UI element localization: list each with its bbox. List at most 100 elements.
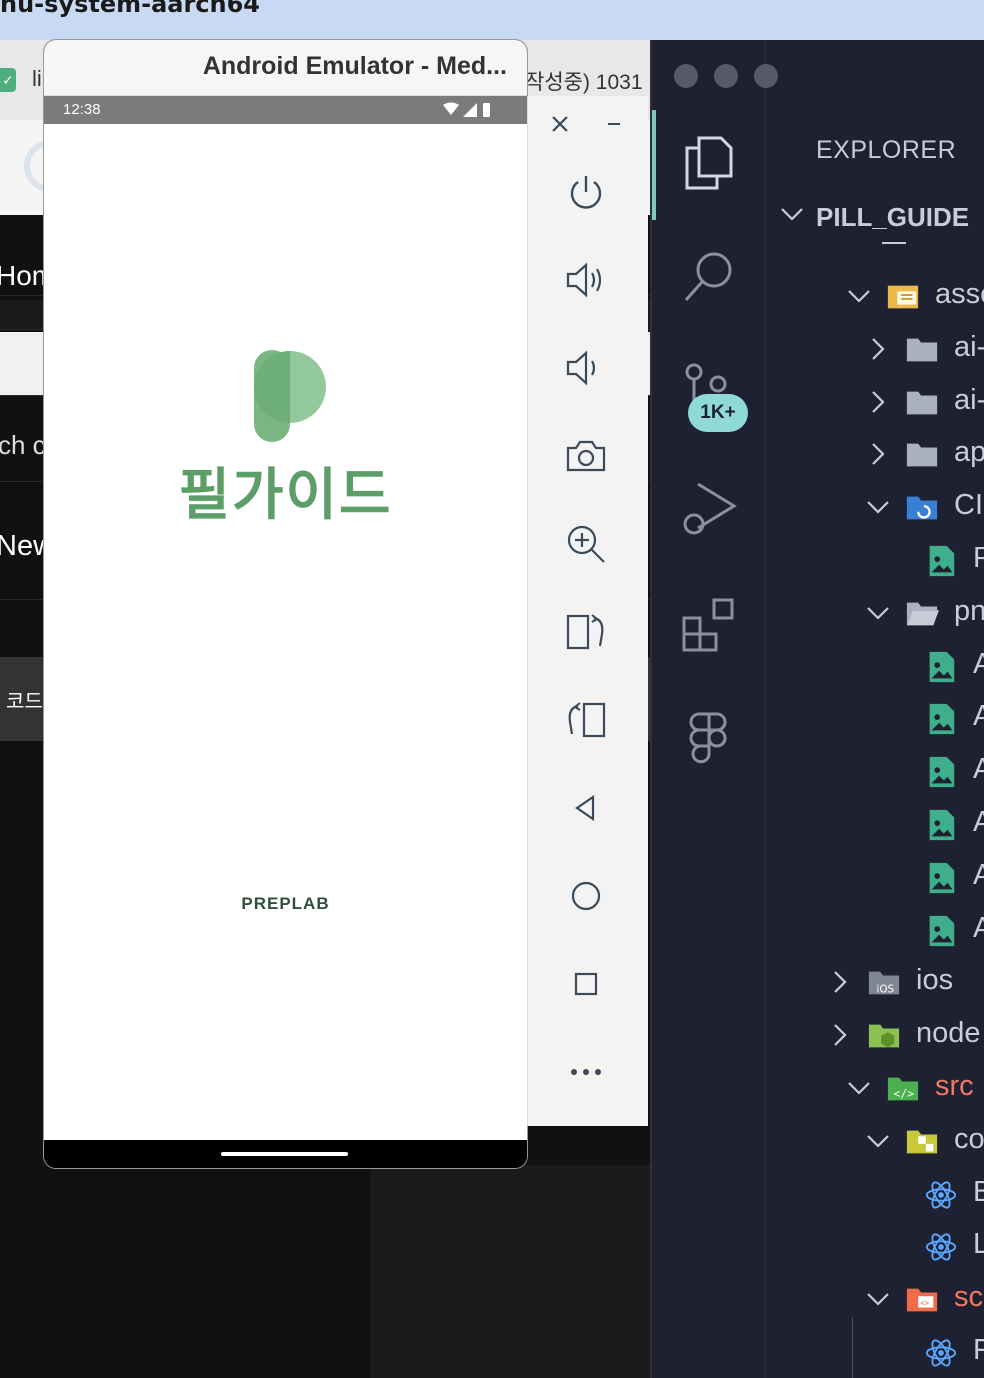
tree-item-label: As xyxy=(973,859,984,892)
back-button[interactable] xyxy=(564,786,608,830)
tree-item[interactable]: node xyxy=(766,1011,984,1063)
tree-item[interactable]: ai-( xyxy=(766,325,984,377)
extensions-button[interactable] xyxy=(680,596,738,654)
emulator-title-bar[interactable]: Android Emulator - Med... xyxy=(44,40,527,96)
tree-item-label: As xyxy=(973,753,984,786)
chevron-right-icon xyxy=(872,443,885,466)
more-button[interactable] xyxy=(564,1050,608,1094)
app-splash-screen[interactable]: 필가이드 PREPLAB xyxy=(44,124,527,1140)
activity-bar: 1K+ xyxy=(652,40,778,1378)
minimize-window-button[interactable] xyxy=(714,64,738,88)
tree-item-label: ai-( xyxy=(954,330,984,363)
tree-item[interactable]: As xyxy=(766,642,984,694)
search-button[interactable] xyxy=(680,248,738,306)
tree-item-label: asse xyxy=(935,278,984,310)
tree-item[interactable]: As xyxy=(766,853,984,905)
overview-button[interactable] xyxy=(564,962,608,1006)
tree-item[interactable]: con xyxy=(766,1117,984,1169)
emulator-window: Android Emulator - Med... 12:38 필가이드 PRE… xyxy=(44,40,527,1168)
react-file-icon xyxy=(925,1233,957,1261)
folder-icon xyxy=(906,338,938,362)
android-status-bar: 12:38 xyxy=(44,96,527,124)
tree-item[interactable]: </> src xyxy=(766,1064,984,1116)
chevron-down-icon xyxy=(867,501,889,514)
tree-item[interactable]: iOS ios xyxy=(766,958,984,1010)
browser-tab[interactable]: li xyxy=(32,66,42,92)
zoom-button[interactable] xyxy=(564,522,608,566)
chevron-right-icon xyxy=(834,971,847,994)
rotate-right-button[interactable] xyxy=(564,698,608,742)
volume-down-button[interactable] xyxy=(564,346,608,390)
explorer-button[interactable] xyxy=(680,134,738,192)
footer-brand: PREPLAB xyxy=(241,894,330,913)
svg-text:iOS: iOS xyxy=(876,984,894,996)
svg-text:<>: <> xyxy=(920,1299,930,1308)
folder-ios-icon: iOS xyxy=(868,972,900,996)
search-icon xyxy=(684,252,732,301)
tree-item[interactable]: CI xyxy=(766,483,984,535)
tree-item[interactable]: <> scr xyxy=(766,1275,984,1327)
rotate-right-icon xyxy=(568,702,606,738)
tree-item-label: node xyxy=(916,1017,981,1050)
image-file-icon xyxy=(929,862,955,893)
tree-item-label: CI xyxy=(954,489,983,522)
tree-item[interactable]: As xyxy=(766,747,984,799)
tree-item[interactable]: ai-( xyxy=(766,378,984,430)
home-button[interactable] xyxy=(564,874,608,918)
folder-screens-icon: <> xyxy=(906,1288,938,1312)
tree-item[interactable]: Bu xyxy=(766,1170,984,1222)
power-button[interactable] xyxy=(564,170,608,214)
tree-item-label: app xyxy=(954,436,984,469)
tree-item[interactable]: Lo xyxy=(766,1222,984,1274)
folder-node-icon xyxy=(868,1024,900,1048)
rotate-left-icon xyxy=(566,614,604,650)
tree-item-label: con xyxy=(954,1122,984,1155)
tree-item[interactable]: Fi xyxy=(766,1328,984,1378)
tree-item[interactable]: As xyxy=(766,800,984,852)
volume-up-button[interactable] xyxy=(564,258,608,302)
chevron-down-icon xyxy=(867,607,889,620)
image-file-icon xyxy=(929,915,955,946)
folder-src-icon: </> xyxy=(887,1077,919,1101)
tree-item[interactable]: As xyxy=(766,906,984,958)
status-icons xyxy=(443,102,490,117)
chevron-down-icon xyxy=(867,1135,889,1148)
tree-item-label: scr xyxy=(954,1281,984,1314)
vscode-window: 1K+ EXPLORER PILL_GUIDE asse ai-(ai-(app C… xyxy=(650,40,984,1378)
tree-item[interactable]: asse xyxy=(766,272,984,324)
close-button[interactable] xyxy=(540,104,580,144)
active-indicator xyxy=(652,110,656,220)
chevron-right-icon xyxy=(872,390,885,413)
zoom-in-icon xyxy=(567,525,605,563)
browser-tab-title[interactable]: 작성중) 1031 xyxy=(525,66,643,96)
home-icon xyxy=(571,881,601,911)
zoom-window-button[interactable] xyxy=(754,64,778,88)
source-control-badge: 1K+ xyxy=(688,394,748,432)
home-handle[interactable] xyxy=(221,1152,348,1156)
svg-text:</>: </> xyxy=(894,1087,915,1101)
wifi-icon xyxy=(443,102,459,115)
tree-item[interactable]: app xyxy=(766,430,984,482)
chevron-down-icon xyxy=(848,1082,870,1095)
run-debug-button[interactable] xyxy=(680,480,738,538)
close-window-button[interactable] xyxy=(674,64,698,88)
close-icon xyxy=(552,116,568,132)
project-root[interactable]: PILL_GUIDE xyxy=(766,190,984,242)
tree-item[interactable]: As xyxy=(766,694,984,746)
rotate-left-button[interactable] xyxy=(564,610,608,654)
figma-icon xyxy=(689,712,727,764)
minimize-button[interactable] xyxy=(594,104,634,144)
figma-button[interactable] xyxy=(680,710,738,768)
folder-assets-icon xyxy=(887,285,919,309)
tree-item[interactable]: png xyxy=(766,589,984,641)
tree-item[interactable]: Pr xyxy=(766,536,984,588)
camera-icon xyxy=(566,440,606,472)
tree-item-label: ios xyxy=(916,964,954,997)
minimize-icon xyxy=(608,123,620,125)
files-icon xyxy=(685,136,733,190)
screenshot-button[interactable] xyxy=(564,434,608,478)
volume-down-icon xyxy=(566,350,596,386)
tree-item-label: As xyxy=(973,648,984,681)
image-file-icon xyxy=(929,704,955,735)
folder-icon xyxy=(906,444,938,467)
